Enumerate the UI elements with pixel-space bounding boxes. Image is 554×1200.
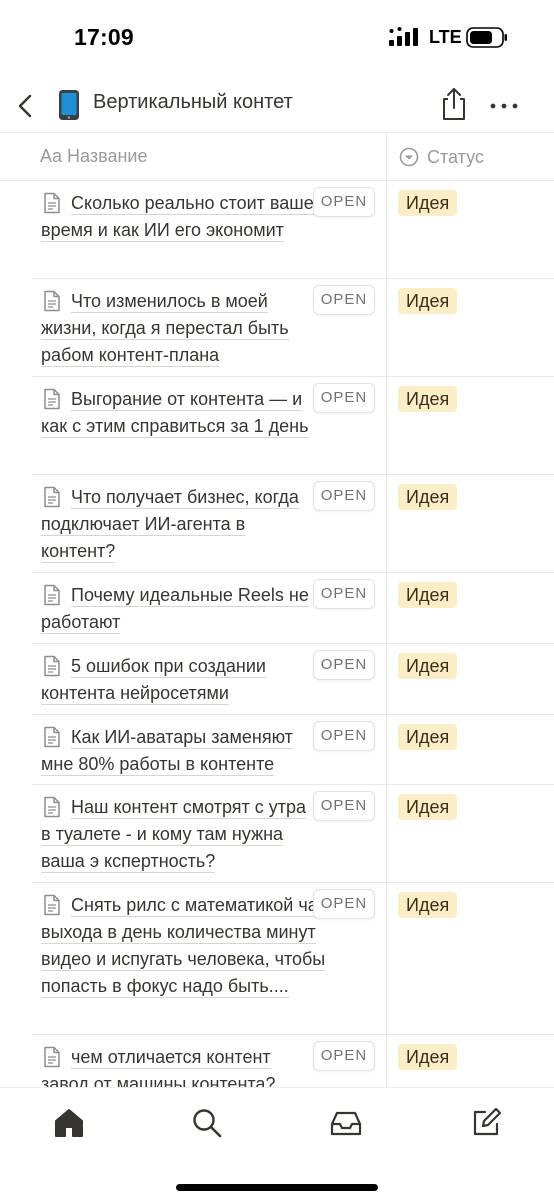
row-title-text: Выгорание от контента — и как с этим спр… [41, 389, 309, 438]
table-row[interactable]: Снять рилс с математикой часов, выхода в… [32, 883, 554, 1035]
table-row[interactable]: Сколько реально стоит ваше время и как И… [32, 181, 554, 279]
table-row[interactable]: Почему идеальные Reels не работают OPEN … [32, 573, 554, 644]
page-title: Вертикальный контет [93, 91, 293, 113]
name-cell[interactable]: чем отличается контент завод от машины к… [32, 1035, 386, 1087]
row-title-text: Что изменилось в моей жизни, когда я пер… [41, 291, 289, 367]
column-header-status[interactable]: Статус [386, 133, 554, 181]
table-row[interactable]: 5 ошибок при создании контента нейросетя… [32, 644, 554, 715]
row-title[interactable]: Наш контент смотрят с утра в туалете - и… [41, 794, 316, 875]
home-indicator [176, 1184, 378, 1191]
status-tag: Идея [398, 1044, 458, 1070]
status-property-icon [399, 147, 419, 167]
row-title[interactable]: Сколько реально стоит ваше время и как И… [41, 190, 316, 244]
status-cell[interactable]: Идея [386, 785, 554, 882]
status-cell[interactable]: Идея [386, 644, 554, 714]
row-title[interactable]: Что изменилось в моей жизни, когда я пер… [41, 288, 316, 369]
database-table: Aa Название Статус Сколько реально стоит… [0, 132, 554, 1087]
share-icon[interactable] [438, 86, 470, 122]
table-header: Aa Название Статус [0, 133, 554, 181]
inbox-icon[interactable] [329, 1106, 363, 1140]
text-property-icon: Aa [40, 146, 63, 166]
cellular-signal-icon [389, 27, 418, 46]
row-title-text: Сколько реально стоит ваше время и как И… [41, 193, 314, 242]
row-title-text: чем отличается контент завод от машины к… [41, 1047, 276, 1087]
network-type: LTE [429, 27, 462, 47]
name-cell[interactable]: 5 ошибок при создании контента нейросетя… [32, 644, 386, 714]
name-cell[interactable]: Что изменилось в моей жизни, когда я пер… [32, 279, 386, 376]
open-button[interactable]: OPEN [313, 383, 375, 413]
row-title-text: Почему идеальные Reels не работают [41, 585, 309, 634]
status-cell[interactable]: Идея [386, 475, 554, 572]
row-title[interactable]: чем отличается контент завод от машины к… [41, 1044, 316, 1087]
row-title-text: Наш контент смотрят с утра в туалете - и… [41, 797, 307, 873]
open-button[interactable]: OPEN [313, 650, 375, 680]
status-cell[interactable]: Идея [386, 715, 554, 784]
open-button[interactable]: OPEN [313, 889, 375, 919]
open-button[interactable]: OPEN [313, 579, 375, 609]
table-row[interactable]: чем отличается контент завод от машины к… [32, 1035, 554, 1087]
status-tag: Идея [398, 892, 458, 918]
new-page-icon[interactable] [469, 1106, 503, 1140]
name-cell[interactable]: Сколько реально стоит ваше время и как И… [32, 181, 386, 278]
open-button[interactable]: OPEN [313, 285, 375, 315]
row-title-text: Снять рилс с математикой часов, выхода в… [41, 895, 352, 998]
open-button[interactable]: OPEN [313, 187, 375, 217]
column-status-label: Статус [427, 146, 484, 167]
open-button[interactable]: OPEN [313, 721, 375, 751]
row-title-text: 5 ошибок при создании контента нейросетя… [41, 656, 266, 705]
status-bar: 17:09 LTE [0, 0, 554, 76]
bottom-tab-bar [0, 1087, 554, 1200]
row-title[interactable]: Почему идеальные Reels не работают [41, 582, 316, 636]
status-cell[interactable]: Идея [386, 573, 554, 643]
name-cell[interactable]: Почему идеальные Reels не работают OPEN [32, 573, 386, 643]
search-icon[interactable] [190, 1106, 224, 1140]
status-tag: Идея [398, 794, 458, 820]
status-tag: Идея [398, 386, 458, 412]
status-cell[interactable]: Идея [386, 883, 554, 1034]
row-title[interactable]: Выгорание от контента — и как с этим спр… [41, 386, 316, 440]
name-cell[interactable]: Выгорание от контента — и как с этим спр… [32, 377, 386, 474]
status-tag: Идея [398, 582, 458, 608]
name-cell[interactable]: Снять рилс с математикой часов, выхода в… [32, 883, 386, 1034]
row-title[interactable]: Как ИИ-аватары заменяют мне 80% работы в… [41, 724, 316, 778]
table-row[interactable]: Выгорание от контента — и как с этим спр… [32, 377, 554, 475]
status-tag: Идея [398, 724, 458, 750]
name-cell[interactable]: Наш контент смотрят с утра в туалете - и… [32, 785, 386, 882]
row-title[interactable]: 5 ошибок при создании контента нейросетя… [41, 653, 316, 707]
open-button[interactable]: OPEN [313, 1041, 375, 1071]
status-cell[interactable]: Идея [386, 181, 554, 278]
status-tag: Идея [398, 288, 458, 314]
status-tag: Идея [398, 653, 458, 679]
more-options-icon[interactable] [488, 90, 520, 122]
open-button[interactable]: OPEN [313, 791, 375, 821]
battery-icon [466, 27, 507, 48]
row-title-text: Как ИИ-аватары заменяют мне 80% работы в… [41, 727, 293, 776]
table-row[interactable]: Что получает бизнес, когда подключает ИИ… [32, 475, 554, 573]
status-cell[interactable]: Идея [386, 377, 554, 474]
home-icon[interactable] [52, 1106, 86, 1140]
status-tag: Идея [398, 190, 458, 216]
status-time: 17:09 [74, 24, 134, 50]
row-title-text: Что получает бизнес, когда подключает ИИ… [41, 487, 299, 563]
column-name-label: Название [67, 146, 148, 166]
open-button[interactable]: OPEN [313, 481, 375, 511]
name-cell[interactable]: Что получает бизнес, когда подключает ИИ… [32, 475, 386, 572]
mobile-phone-emoji-icon [59, 90, 79, 120]
table-row[interactable]: Наш контент смотрят с утра в туалете - и… [32, 785, 554, 883]
status-tag: Идея [398, 484, 458, 510]
status-cell[interactable]: Идея [386, 279, 554, 376]
status-cell[interactable]: Идея [386, 1035, 554, 1087]
column-header-name[interactable]: Aa Название [40, 146, 147, 167]
table-row[interactable]: Как ИИ-аватары заменяют мне 80% работы в… [32, 715, 554, 785]
name-cell[interactable]: Как ИИ-аватары заменяют мне 80% работы в… [32, 715, 386, 784]
row-title[interactable]: Что получает бизнес, когда подключает ИИ… [41, 484, 316, 565]
nav-bar: Вертикальный контет [0, 78, 554, 132]
table-row[interactable]: Что изменилось в моей жизни, когда я пер… [32, 279, 554, 377]
back-arrow-icon[interactable] [10, 90, 42, 122]
